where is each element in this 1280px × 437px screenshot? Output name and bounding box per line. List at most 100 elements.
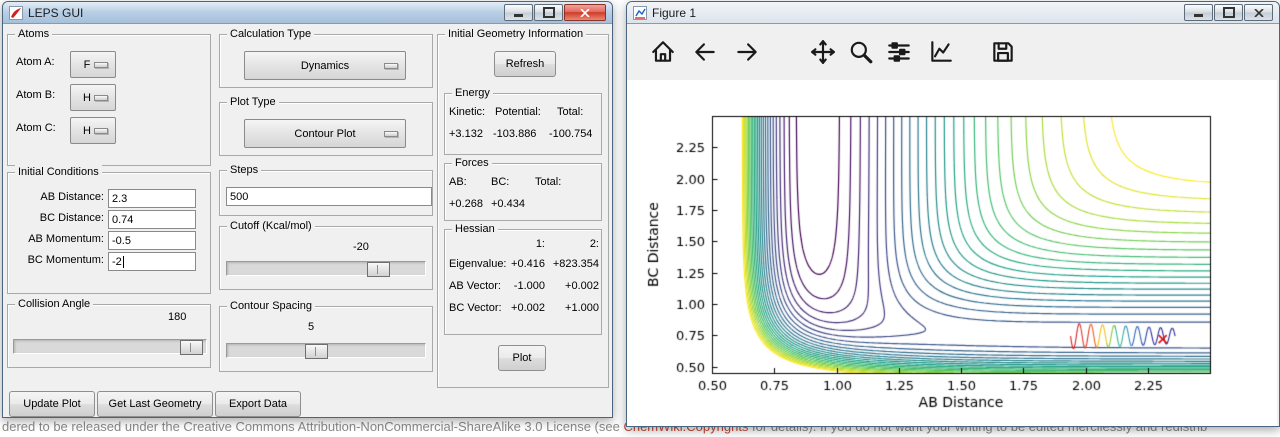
ab-momentum-field[interactable]: -0.5 [108,231,196,250]
contour-spacing-slider[interactable] [226,343,426,358]
contour-spacing-group: Contour Spacing 5 [219,306,433,372]
energy-group: Energy Kinetic: Potential: Total: +3.132… [444,93,602,155]
footer-text-see: (see [591,419,624,434]
toolbar-forward-button[interactable] [731,36,763,68]
hessian-col1-header: 1: [505,238,545,250]
force-ab-value: +0.268 [449,198,483,210]
bc-vector-label: BC Vector: [449,302,502,314]
ab-vector-label: AB Vector: [449,280,501,292]
forward-arrow-icon [734,39,760,65]
configure-subplots-icon [886,39,912,65]
export-data-label: Export Data [229,398,287,410]
maximize-button[interactable] [534,4,563,21]
toolbar-back-button[interactable] [689,36,721,68]
atoms-legend: Atoms [15,27,52,41]
minimize-icon [1194,14,1203,17]
minimize-button[interactable] [504,4,533,21]
eigenvalue-label: Eigenvalue: [449,258,507,270]
steps-field[interactable]: 500 [226,187,432,206]
collision-angle-slider[interactable] [13,339,207,354]
bc-momentum-value: -2 [112,256,122,268]
cutoff-group: Cutoff (Kcal/mol) -20 [219,226,433,290]
plot-button[interactable]: Plot [498,345,546,371]
leps-content: Atoms Atom A: F Atom B: H Atom C: H Init… [3,24,612,417]
leps-titlebar[interactable]: LEPS GUI [3,2,612,24]
cutoff-slider[interactable] [226,261,426,276]
calculation-type-legend: Calculation Type [227,27,314,41]
contour-spacing-slider-thumb[interactable] [305,344,328,359]
plot-type-value: Contour Plot [294,128,355,140]
ab-distance-field[interactable]: 2.3 [108,189,196,208]
back-arrow-icon [692,39,718,65]
update-plot-button[interactable]: Update Plot [9,391,95,417]
footer-text-pre: dered to be released under the [2,419,183,434]
leps-gui-window: LEPS GUI Atoms Atom A: F Atom B: H Atom … [2,1,613,418]
ab-momentum-value: -0.5 [112,235,131,247]
tk-app-icon [9,6,23,20]
toolbar-edit-axes-button[interactable] [925,36,957,68]
figure-window-title: Figure 1 [652,6,696,20]
calculation-type-menu[interactable]: Dynamics [244,51,406,80]
atom-b-menu[interactable]: H [70,84,116,111]
close-button[interactable] [564,4,606,21]
force-total-header: Total: [535,176,561,188]
potential-header: Potential: [495,106,541,118]
export-data-button[interactable]: Export Data [215,391,301,417]
figure-titlebar[interactable]: Figure 1 [627,2,1279,24]
atom-a-menu[interactable]: F [70,51,116,78]
energy-legend: Energy [452,86,493,100]
figure-window-controls [1184,4,1273,21]
bc-momentum-field[interactable]: -2 [108,252,196,271]
collision-angle-slider-thumb[interactable] [180,340,203,355]
initial-conditions-group: Initial Conditions AB Distance: 2.3 BC D… [7,172,211,294]
force-bc-header: BC: [491,176,509,188]
footer-cc-license-text: Creative Commons Attribution-NonCommerci… [183,419,591,434]
get-last-geometry-label: Get Last Geometry [109,398,202,410]
close-icon [580,9,590,17]
toolbar-pan-button[interactable] [807,36,839,68]
ab-distance-value: 2.3 [112,193,127,205]
collision-angle-value: 180 [168,311,186,323]
force-bc-value: +0.434 [491,198,525,210]
text-cursor [123,256,124,268]
leps-window-controls [504,4,606,21]
calculation-type-group: Calculation Type Dynamics [219,34,433,88]
toolbar-home-button[interactable] [647,36,679,68]
cutoff-slider-thumb[interactable] [367,262,390,277]
plot-type-legend: Plot Type [227,95,279,109]
minimize-icon [514,14,523,17]
atom-a-label: Atom A: [16,56,55,68]
toolbar-configure-subplots-button[interactable] [883,36,915,68]
force-ab-header: AB: [449,176,467,188]
atom-c-value: H [83,125,91,137]
minimize-button[interactable] [1184,4,1213,21]
bc-vector-2: +1.000 [547,302,599,314]
close-button[interactable] [1244,4,1273,21]
contour-spacing-legend: Contour Spacing [227,299,315,313]
hessian-group: Hessian 1: 2: Eigenvalue: +0.416 +823.35… [444,229,602,335]
atom-b-value: H [83,92,91,104]
hessian-legend: Hessian [452,222,498,236]
get-last-geometry-button[interactable]: Get Last Geometry [97,391,213,417]
maximize-icon [1223,7,1235,18]
optionmenu-indicator-icon [384,131,398,137]
desktop: { "background": { "top_left_fragment": "… [0,0,1280,437]
ab-momentum-label: AB Momentum: [10,233,104,245]
toolbar-save-button[interactable] [987,36,1019,68]
figure-canvas[interactable] [627,80,1277,426]
bc-distance-value: 0.74 [112,214,133,226]
plot-type-menu[interactable]: Contour Plot [244,119,406,148]
atom-c-menu[interactable]: H [70,117,116,144]
initial-conditions-legend: Initial Conditions [15,165,102,179]
eigenvalue-2: +823.354 [547,258,599,270]
atom-c-label: Atom C: [16,122,56,134]
bc-distance-field[interactable]: 0.74 [108,210,196,229]
zoom-icon [848,39,874,65]
atom-b-label: Atom B: [16,89,55,101]
maximize-button[interactable] [1214,4,1243,21]
toolbar-zoom-button[interactable] [845,36,877,68]
total-header: Total: [557,106,583,118]
geometry-info-group: Initial Geometry Information Refresh Ene… [437,34,609,388]
geometry-info-legend: Initial Geometry Information [445,27,586,41]
refresh-button[interactable]: Refresh [494,51,556,77]
